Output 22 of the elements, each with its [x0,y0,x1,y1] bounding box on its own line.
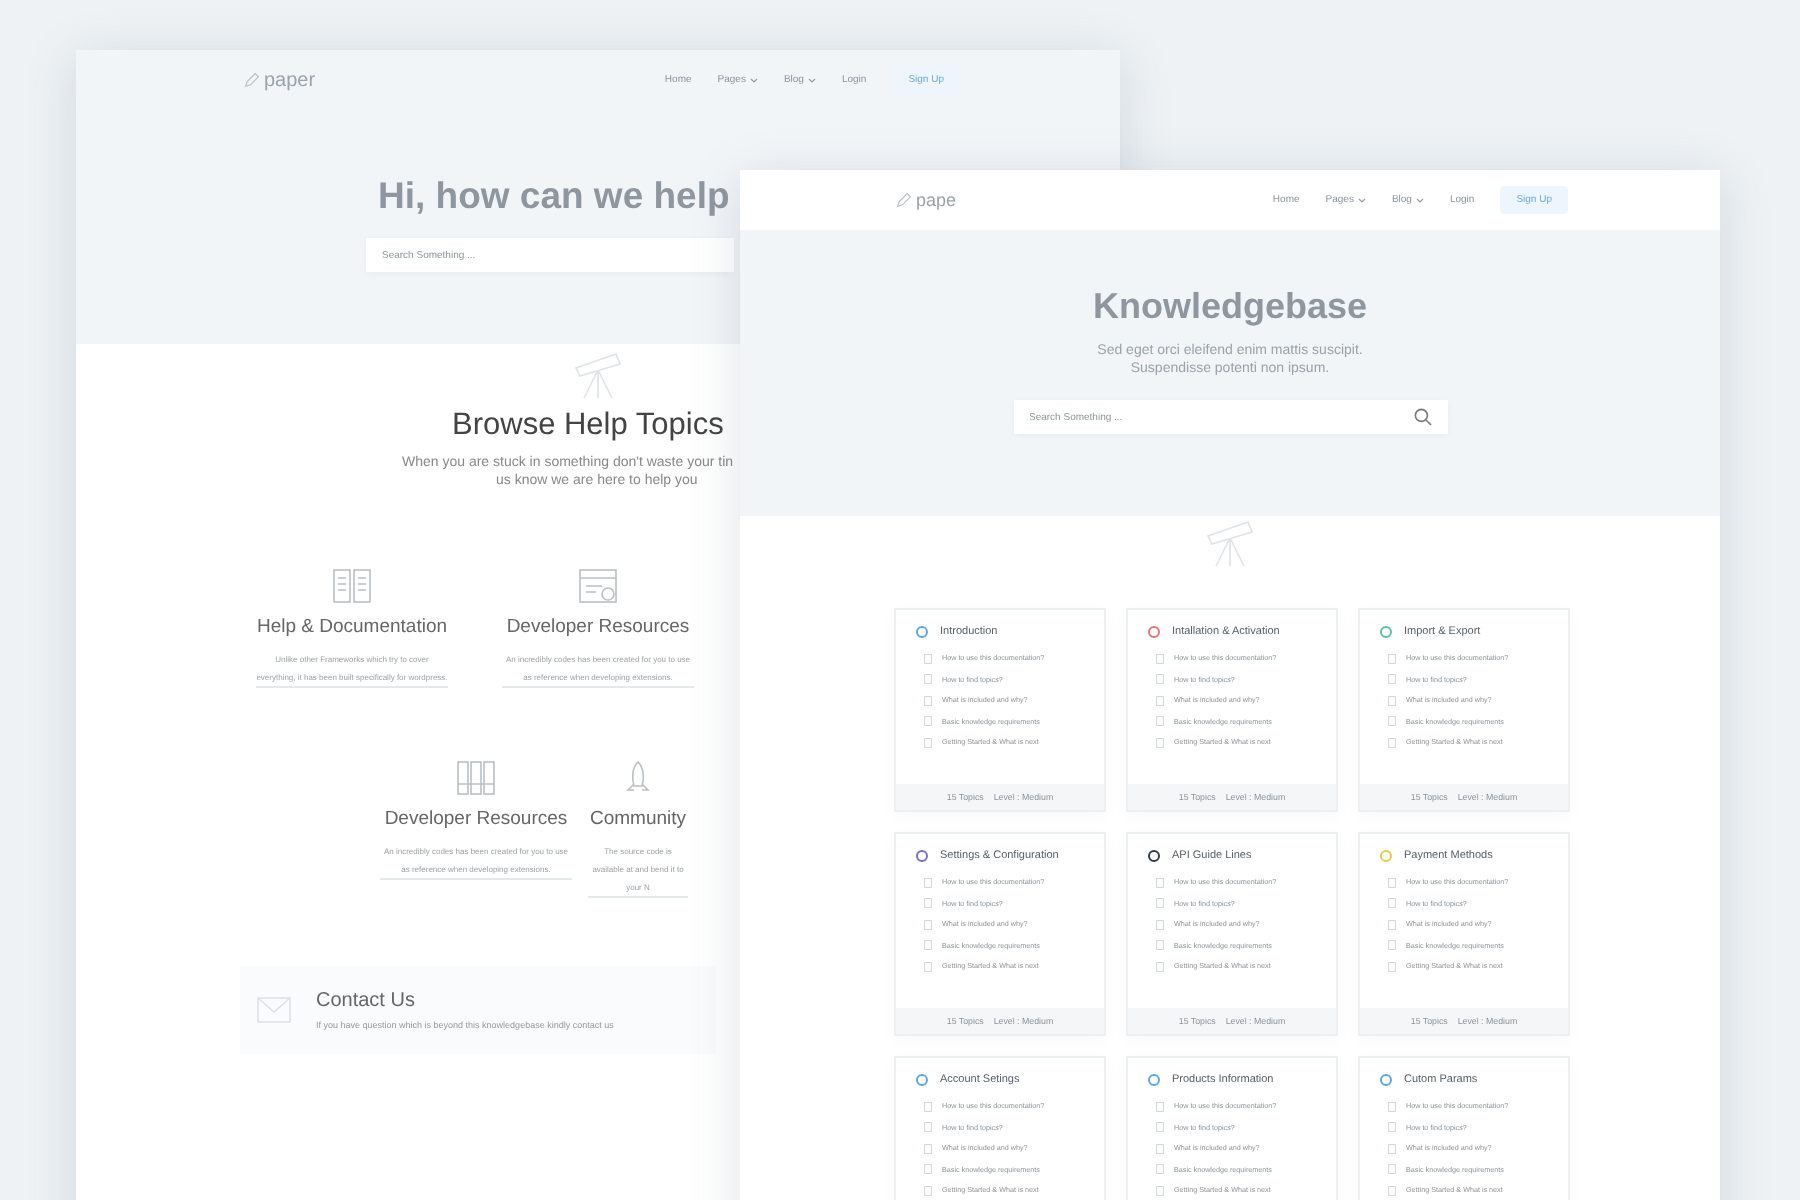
hero-title: Knowledgebase [1092,286,1368,328]
book-icon [332,568,372,604]
caret-icon [1415,197,1424,203]
pencil-icon [896,192,912,208]
caret-icon [1357,197,1366,203]
binders-icon [456,760,496,796]
browser-icon [578,568,618,604]
topic-title[interactable]: Community [589,808,687,830]
contact-title: Contact Us [316,990,417,1012]
rocket-icon [624,760,652,796]
topic-title[interactable]: Developer Resources [506,616,690,638]
pencil-icon [244,72,260,88]
topic-title[interactable]: Help & Documentation [256,616,448,638]
envelope-icon [256,994,292,1026]
topic-title[interactable]: Developer Resources [384,808,568,830]
hero-title: Hi, how can we help [378,174,730,218]
logo[interactable]: paper [244,69,316,91]
caret-icon [807,77,816,83]
section-title: Browse Help Topics [452,408,724,444]
logo[interactable]: pape [896,190,957,210]
search-icon [1413,408,1431,426]
caret-icon [749,77,758,83]
